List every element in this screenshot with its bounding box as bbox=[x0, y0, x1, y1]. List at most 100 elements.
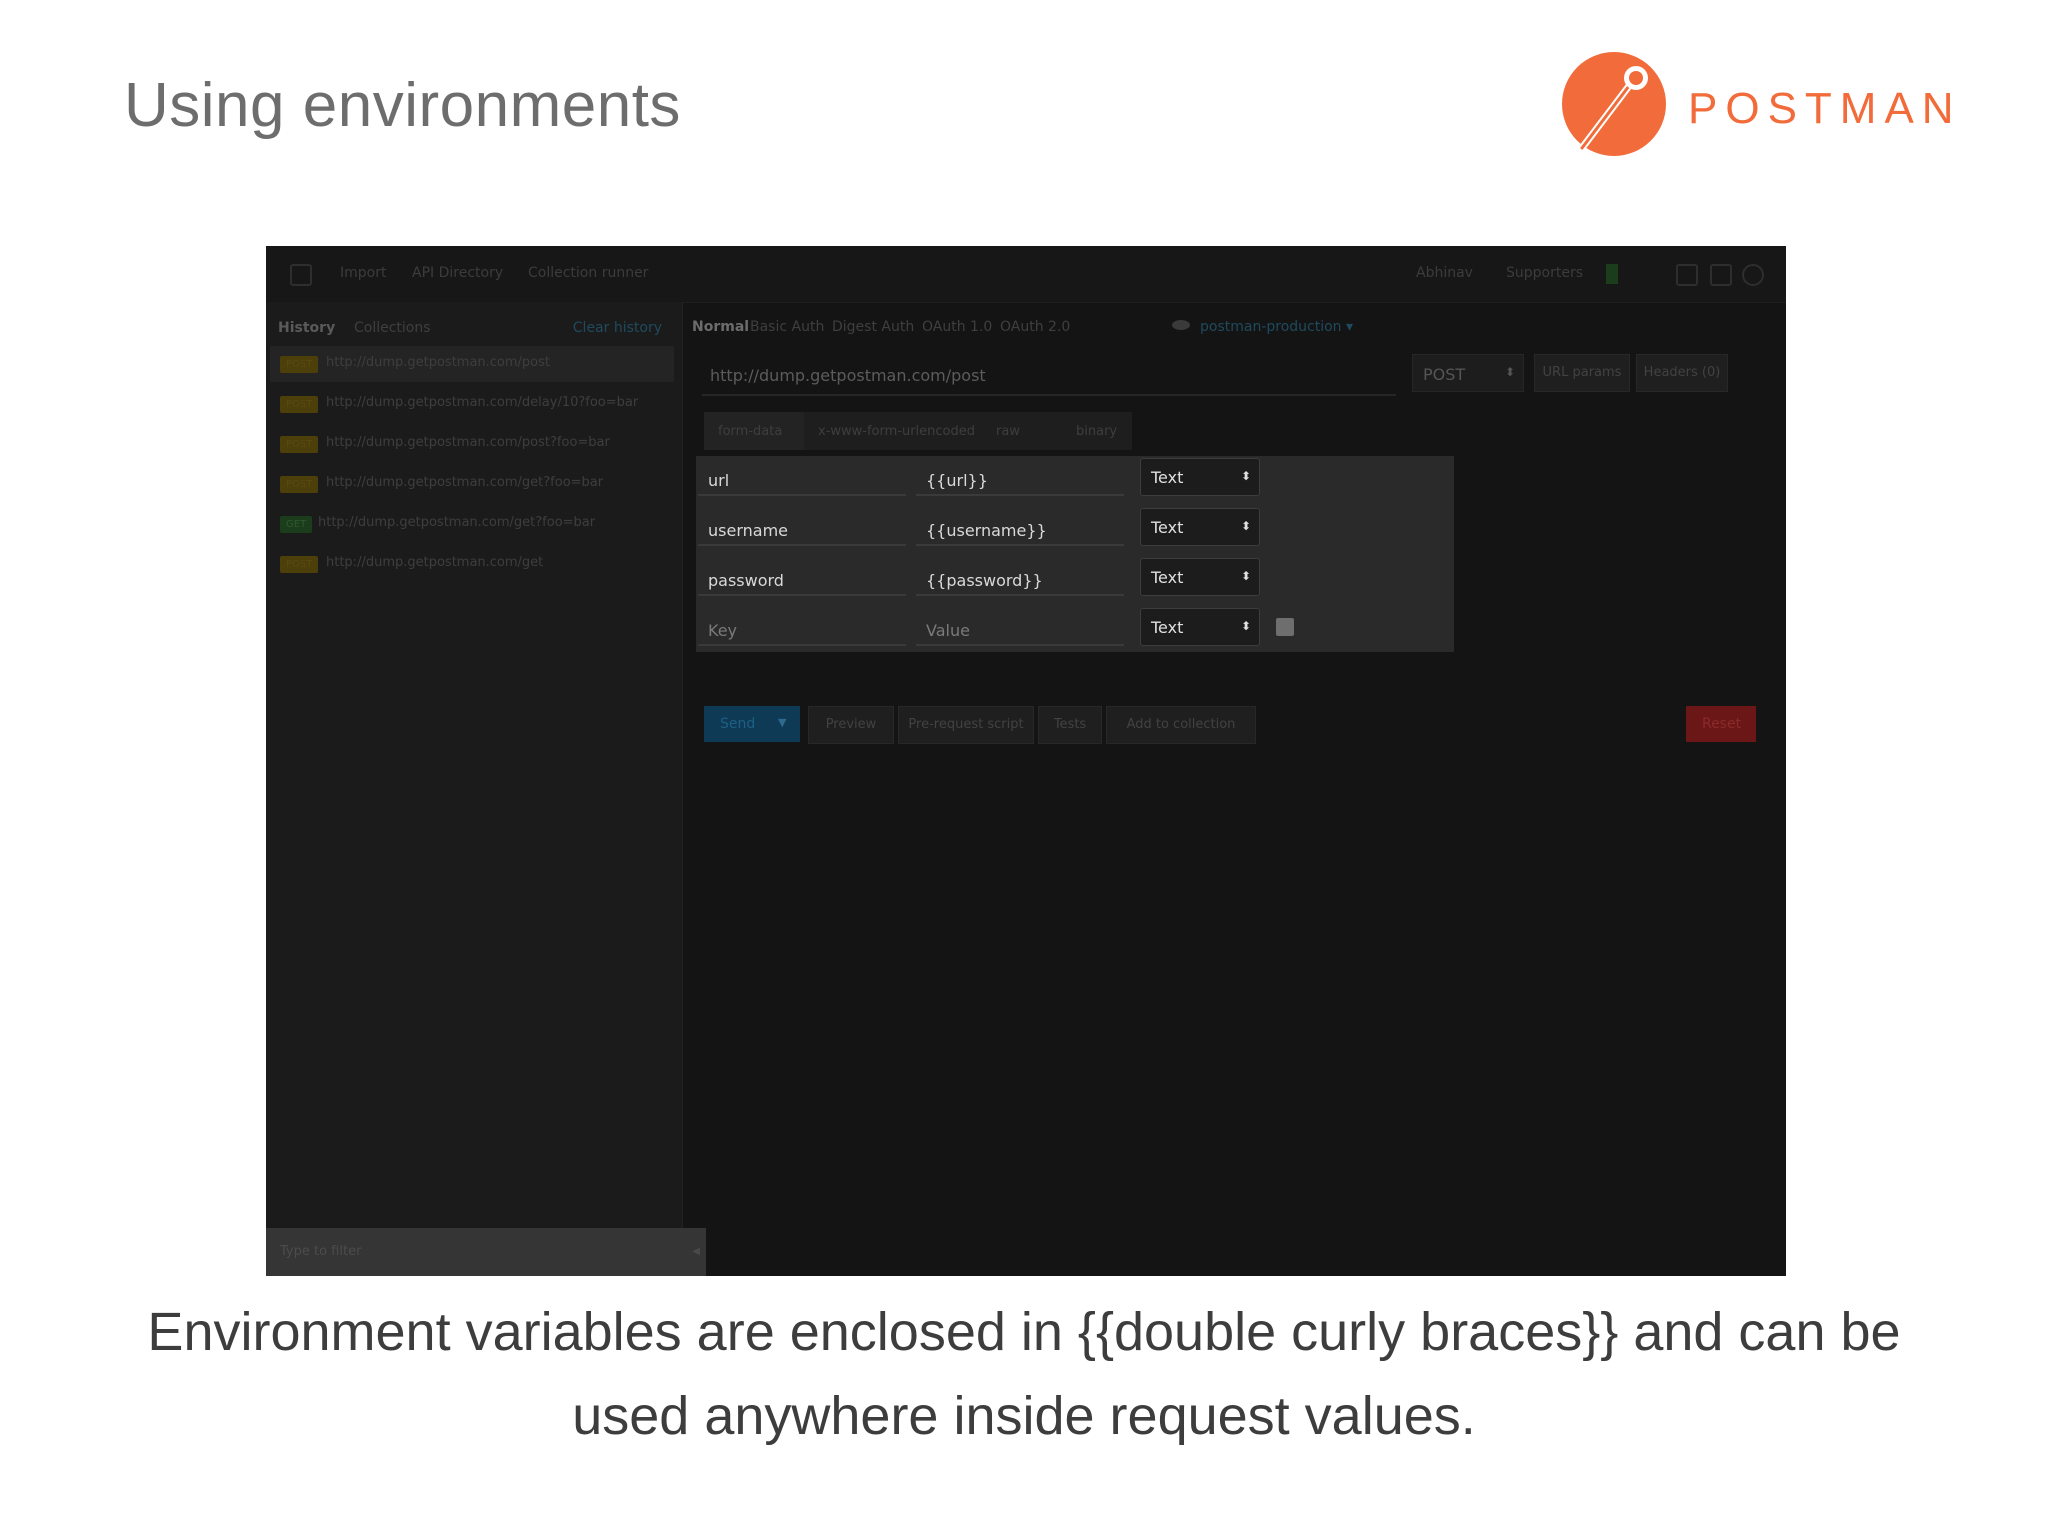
supporters-button[interactable]: Supporters bbox=[1506, 265, 1583, 281]
param-type-select[interactable]: Text ⬍ bbox=[1140, 508, 1260, 546]
tab-binary[interactable]: binary bbox=[1076, 424, 1117, 439]
clear-history-link[interactable]: Clear history bbox=[573, 320, 662, 336]
history-item[interactable]: POST http://dump.getpostman.com/delay/10… bbox=[270, 386, 674, 422]
method-select[interactable]: POST ⬍ bbox=[1412, 354, 1524, 392]
select-arrows-icon: ⬍ bbox=[1240, 469, 1251, 483]
postman-logo-word: POSTMAN bbox=[1688, 84, 1962, 133]
caption-line-1: Environment variables are enclosed in {{… bbox=[147, 1302, 1901, 1362]
history-url: http://dump.getpostman.com/post bbox=[326, 355, 551, 370]
param-type: Text bbox=[1151, 518, 1184, 537]
tab-oauth2[interactable]: OAuth 2.0 bbox=[1000, 319, 1070, 335]
param-value: {{url}} bbox=[926, 471, 988, 490]
history-url: http://dump.getpostman.com/delay/10?foo=… bbox=[326, 395, 639, 410]
add-to-collection-button[interactable]: Add to collection bbox=[1106, 706, 1256, 744]
method-badge: POST bbox=[280, 556, 319, 573]
caption-line-2: used anywhere inside request values. bbox=[572, 1386, 1476, 1446]
postman-logo-icon bbox=[1562, 52, 1666, 156]
select-arrows-icon: ⬍ bbox=[1240, 519, 1251, 533]
param-type-select[interactable]: Text ⬍ bbox=[1140, 558, 1260, 596]
headers-button[interactable]: Headers (0) bbox=[1636, 354, 1728, 392]
new-key-input[interactable]: Key bbox=[698, 610, 906, 646]
chevron-down-icon[interactable]: ▼ bbox=[778, 716, 786, 729]
tab-history[interactable]: History bbox=[278, 320, 335, 336]
file-icon[interactable] bbox=[1276, 618, 1294, 636]
param-key-input[interactable]: password bbox=[698, 560, 906, 596]
param-value-input[interactable]: {{password}} bbox=[916, 560, 1124, 596]
tab-urlencoded[interactable]: x-www-form-urlencoded bbox=[818, 424, 975, 439]
send-button[interactable]: Send ▼ bbox=[704, 706, 800, 742]
api-directory-button[interactable]: API Directory bbox=[412, 265, 503, 281]
param-type-select[interactable]: Text ⬍ bbox=[1140, 608, 1260, 646]
history-url: http://dump.getpostman.com/post?foo=bar bbox=[326, 435, 610, 450]
param-type: Text bbox=[1151, 568, 1184, 587]
url-input[interactable]: http://dump.getpostman.com/post bbox=[702, 354, 1396, 396]
window-icon[interactable] bbox=[1710, 264, 1732, 286]
prerequest-script-button[interactable]: Pre-request script bbox=[898, 706, 1034, 744]
form-data-editor: url {{url}} Text ⬍ username {{username}} … bbox=[696, 456, 1454, 652]
method-badge: POST bbox=[280, 476, 319, 493]
select-arrows-icon: ⬍ bbox=[1240, 619, 1251, 633]
postman-logo: POSTMAN bbox=[1546, 50, 1954, 170]
url-params-button[interactable]: URL params bbox=[1534, 354, 1630, 392]
history-filter-input[interactable]: Type to filter ◀ bbox=[266, 1228, 706, 1276]
history-item[interactable]: GET http://dump.getpostman.com/get?foo=b… bbox=[270, 506, 674, 542]
collection-runner-button[interactable]: Collection runner bbox=[528, 265, 648, 281]
reset-button[interactable]: Reset bbox=[1686, 706, 1756, 742]
tab-digest-auth[interactable]: Digest Auth bbox=[832, 319, 914, 335]
param-key: username bbox=[708, 521, 788, 540]
param-type-select[interactable]: Text ⬍ bbox=[1140, 458, 1260, 496]
param-type: Text bbox=[1151, 468, 1184, 487]
param-key-input[interactable]: username bbox=[698, 510, 906, 546]
param-value: {{password}} bbox=[926, 571, 1043, 590]
eye-icon[interactable] bbox=[1172, 320, 1190, 330]
tab-oauth1[interactable]: OAuth 1.0 bbox=[922, 319, 992, 335]
environment-name: postman-production bbox=[1200, 319, 1342, 335]
key-placeholder: Key bbox=[708, 621, 738, 640]
filter-placeholder: Type to filter bbox=[280, 1244, 362, 1259]
environment-selector[interactable]: postman-production ▾ bbox=[1200, 319, 1353, 335]
select-arrows-icon: ⬍ bbox=[1504, 365, 1515, 379]
preview-button[interactable]: Preview bbox=[808, 706, 894, 744]
settings-icon[interactable] bbox=[1676, 264, 1698, 286]
param-value: {{username}} bbox=[926, 521, 1047, 540]
send-label: Send bbox=[720, 716, 756, 732]
value-placeholder: Value bbox=[926, 621, 970, 640]
slide-title: Using environments bbox=[124, 71, 681, 140]
method-value: POST bbox=[1423, 365, 1466, 384]
param-key: password bbox=[708, 571, 784, 590]
history-url: http://dump.getpostman.com/get?foo=bar bbox=[318, 515, 596, 530]
history-url: http://dump.getpostman.com/get bbox=[326, 555, 544, 570]
tab-normal[interactable]: Normal bbox=[692, 319, 749, 335]
new-value-input[interactable]: Value bbox=[916, 610, 1124, 646]
param-key: url bbox=[708, 471, 730, 490]
history-item[interactable]: POST http://dump.getpostman.com/get?foo=… bbox=[270, 466, 674, 502]
url-value: http://dump.getpostman.com/post bbox=[710, 366, 986, 385]
request-builder: Normal Basic Auth Digest Auth OAuth 1.0 … bbox=[682, 302, 1786, 1276]
history-item[interactable]: POST http://dump.getpostman.com/post?foo… bbox=[270, 426, 674, 462]
param-key-input[interactable]: url bbox=[698, 460, 906, 496]
gear-icon[interactable] bbox=[1742, 264, 1764, 286]
select-arrows-icon: ⬍ bbox=[1240, 569, 1251, 583]
method-badge: GET bbox=[280, 516, 313, 533]
tab-basic-auth[interactable]: Basic Auth bbox=[750, 319, 824, 335]
tab-collections[interactable]: Collections bbox=[354, 320, 431, 336]
method-badge: POST bbox=[280, 356, 319, 373]
tab-raw[interactable]: raw bbox=[996, 424, 1020, 439]
slide-caption: Environment variables are enclosed in {{… bbox=[0, 1290, 2048, 1458]
user-name[interactable]: Abhinav bbox=[1416, 265, 1473, 281]
import-button[interactable]: Import bbox=[340, 265, 386, 281]
tests-button[interactable]: Tests bbox=[1038, 706, 1102, 744]
tab-form-data[interactable]: form-data bbox=[718, 424, 782, 439]
param-type: Text bbox=[1151, 618, 1184, 637]
method-badge: POST bbox=[280, 396, 319, 413]
postman-app-screenshot: Import API Directory Collection runner A… bbox=[266, 246, 1786, 1276]
sync-status-icon bbox=[1606, 264, 1618, 284]
param-value-input[interactable]: {{url}} bbox=[916, 460, 1124, 496]
history-item[interactable]: POST http://dump.getpostman.com/get bbox=[270, 546, 674, 582]
history-item[interactable]: POST http://dump.getpostman.com/post bbox=[270, 346, 674, 382]
reset-label: Reset bbox=[1702, 716, 1742, 732]
top-bar: Import API Directory Collection runner A… bbox=[266, 246, 1786, 303]
sidebar: History Collections Clear history POST h… bbox=[266, 302, 706, 1276]
param-value-input[interactable]: {{username}} bbox=[916, 510, 1124, 546]
sidebar-toggle-icon[interactable] bbox=[290, 264, 312, 286]
